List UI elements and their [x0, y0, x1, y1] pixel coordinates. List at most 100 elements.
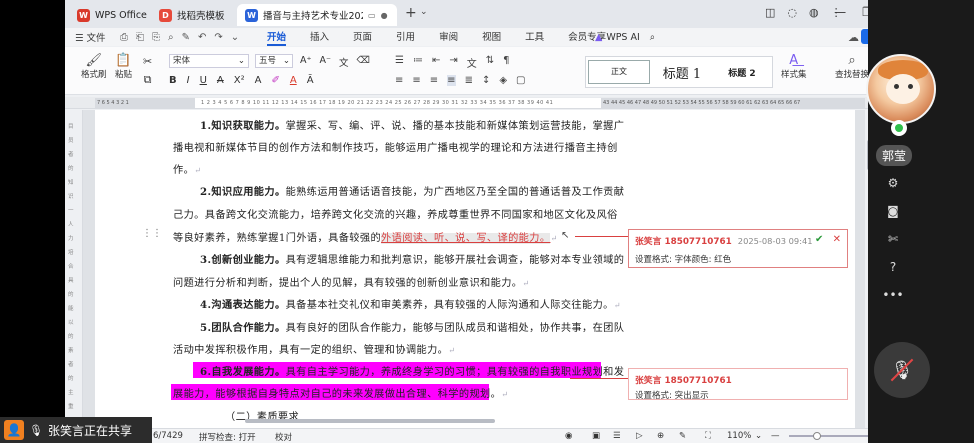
mic-muted-button[interactable]: 🎙 [874, 342, 930, 398]
web-view-icon[interactable]: ⊕ [657, 431, 664, 441]
tab-wps-office[interactable]: W WPS Office [69, 4, 155, 26]
grow-font-icon[interactable]: A⁺ [300, 55, 312, 69]
style-heading-2[interactable]: 标题 2 [712, 66, 772, 79]
show-marks-icon[interactable]: ¶ [503, 55, 509, 70]
line-spacing-icon[interactable]: ↕ [482, 75, 490, 86]
tab-home[interactable]: 开始 [267, 29, 287, 46]
paste-button[interactable]: 📋 粘贴 [115, 53, 132, 80]
file-menu[interactable]: ☰ 文件 [75, 30, 106, 44]
font-size-select[interactable]: 五号 ⌄ [255, 54, 293, 68]
camera-icon[interactable]: ◙ [887, 204, 899, 218]
border-icon[interactable]: ▢ [516, 75, 525, 86]
user-avatar-icon[interactable]: ◍ [809, 6, 819, 19]
distribute-icon[interactable]: ≣ [465, 75, 473, 86]
tools-icon[interactable]: ✄ [888, 232, 898, 246]
justify-icon[interactable]: ≡ [447, 75, 456, 86]
page-indicator[interactable]: 6/7429 [153, 431, 183, 441]
save-icon[interactable]: ⎙ [120, 32, 128, 43]
superscript-icon[interactable]: X² [234, 75, 245, 86]
text-effect-icon[interactable]: A [255, 75, 262, 86]
participant-avatar[interactable] [866, 54, 936, 124]
revision-magenta-text[interactable]: 展能力，能够根据自身特点对自己的未来发展做出合理、科学的规划。↵ [173, 385, 508, 400]
screen-share-banner[interactable]: 👤 🎙 张笑言正在共享 [0, 417, 152, 443]
font-name-select[interactable]: 宋体 ⌄ [169, 54, 249, 68]
zoom-slider-thumb[interactable] [813, 432, 821, 440]
align-left-icon[interactable]: ≡ [395, 75, 403, 86]
indent-icon[interactable]: ⇥ [449, 55, 457, 70]
drag-handle-icon[interactable]: ⋮⋮ [142, 228, 162, 239]
minimize-icon[interactable]: — [834, 5, 846, 19]
proofread-button[interactable]: 校对 [275, 431, 292, 443]
undo-icon[interactable]: ↶ [198, 32, 206, 43]
reject-revision-icon[interactable]: ✕ [833, 234, 841, 245]
style-normal[interactable]: 正文 [588, 60, 650, 84]
tab-references[interactable]: 引用 [396, 29, 415, 46]
people-settings-icon[interactable]: ⚙ [888, 176, 899, 190]
tab-review[interactable]: 审阅 [439, 29, 458, 46]
shrink-font-icon[interactable]: A⁻ [320, 55, 332, 69]
zoom-out-icon[interactable]: — [771, 431, 780, 441]
fit-icon[interactable]: ⛶ [705, 431, 711, 441]
style-sets-button[interactable]: A͟ 样式集 [781, 53, 807, 80]
bold-icon[interactable]: B [169, 75, 177, 86]
new-tab-button[interactable]: + [405, 5, 417, 21]
revision-balloon[interactable]: 张笑言 18507710761 2025-08-03 09:41 ✔ ✕ 设置格式… [628, 229, 848, 268]
chevron-down-icon[interactable]: ⌄ [231, 32, 239, 43]
revision-balloon[interactable]: 张笑言 18507710761 设置格式: 突出显示 [628, 368, 848, 401]
eye-icon[interactable]: ◉ [565, 431, 572, 441]
font-color-icon[interactable]: A [290, 75, 297, 86]
shading-icon[interactable]: ◈ [499, 75, 507, 86]
tab-tools[interactable]: 工具 [525, 29, 544, 46]
outdent-icon[interactable]: ⇤ [432, 55, 440, 70]
horizontal-scrollbar[interactable] [95, 418, 865, 424]
layout-icon[interactable]: ◫ [765, 6, 775, 19]
underline-icon[interactable]: U [200, 75, 207, 86]
clear-format-icon[interactable]: ⌫ [357, 55, 370, 69]
zoom-level[interactable]: 110% [727, 431, 751, 441]
style-heading-1[interactable]: 标题 1 [652, 63, 712, 82]
format-painter-button[interactable]: 🖌 格式刷 [81, 53, 107, 80]
tab-list-chevron-icon[interactable]: ⌄ [420, 7, 428, 17]
chinese-layout-icon[interactable]: 文 [467, 55, 477, 70]
tab-template[interactable]: D 找稻壳模板 [151, 4, 233, 26]
copy-icon[interactable]: ⧉ [143, 71, 152, 89]
tab-page[interactable]: 页面 [353, 29, 372, 46]
document-page[interactable]: 1.知识获取能力。掌握采、写、编、评、说、播的基本技能和新媒体策划运营技能，掌握… [95, 110, 630, 428]
italic-icon[interactable]: I [187, 75, 190, 86]
highlight-icon[interactable]: ✐ [271, 75, 279, 86]
tab-insert[interactable]: 插入 [310, 29, 329, 46]
print-icon[interactable]: ⎘ [152, 32, 160, 43]
strikethrough-icon[interactable]: A [217, 75, 224, 86]
preview-icon[interactable]: ⌕ [168, 32, 174, 43]
outline-view-icon[interactable]: ☰ [613, 431, 621, 441]
page-view-icon[interactable]: ▣ [592, 431, 600, 441]
char-shading-icon[interactable]: Ā [307, 75, 314, 86]
spell-check-status[interactable]: 拼写检查: 打开 [199, 431, 256, 443]
bullets-icon[interactable]: ☰ [395, 55, 404, 70]
redo-icon[interactable]: ↷ [214, 32, 222, 43]
numbering-icon[interactable]: ≔ [413, 55, 423, 70]
phonetic-icon[interactable]: 文 [339, 55, 349, 69]
wps-ai-button[interactable]: ▲ WPS AI ⌕ [595, 32, 655, 43]
play-icon[interactable]: ▷ [636, 431, 643, 441]
more-dots-icon[interactable]: ••• [882, 288, 903, 302]
help-icon[interactable]: ? [890, 260, 896, 274]
export-pdf-icon[interactable]: ⎗ [136, 32, 144, 43]
skin-icon[interactable]: ◌ [787, 6, 797, 19]
search-icon[interactable]: ⌕ [650, 32, 655, 43]
zoom-menu-chevron-icon[interactable]: ⌄ [755, 431, 762, 441]
revision-magenta-text[interactable]: 6.自我发展能力。具有自主学习能力，养成终身学习的习惯；具有较强的自我职业规划和… [200, 363, 624, 378]
tab-document[interactable]: W 播音与主持艺术专业2025版人 ▭ ● [237, 4, 397, 26]
tab-view[interactable]: 视图 [482, 29, 501, 46]
find-replace-button[interactable]: ⌕ 查找替换 [835, 53, 869, 80]
format-icon[interactable]: ✎ [182, 32, 190, 43]
zoom-slider[interactable] [789, 435, 869, 437]
cut-icon[interactable]: ✂ [143, 53, 152, 71]
align-right-icon[interactable]: ≡ [430, 75, 438, 86]
accept-revision-icon[interactable]: ✔ [815, 234, 823, 245]
revision-red-text[interactable]: 外语阅读、听、说、写、译的能力。 [381, 233, 551, 244]
horizontal-ruler[interactable]: 1 2 3 4 5 6 7 8 9 10 11 12 13 14 15 16 1… [65, 97, 909, 109]
sort-icon[interactable]: ⇅ [486, 55, 494, 70]
pen-icon[interactable]: ✎ [679, 431, 686, 441]
cloud-icon[interactable]: ☁ [848, 31, 859, 44]
